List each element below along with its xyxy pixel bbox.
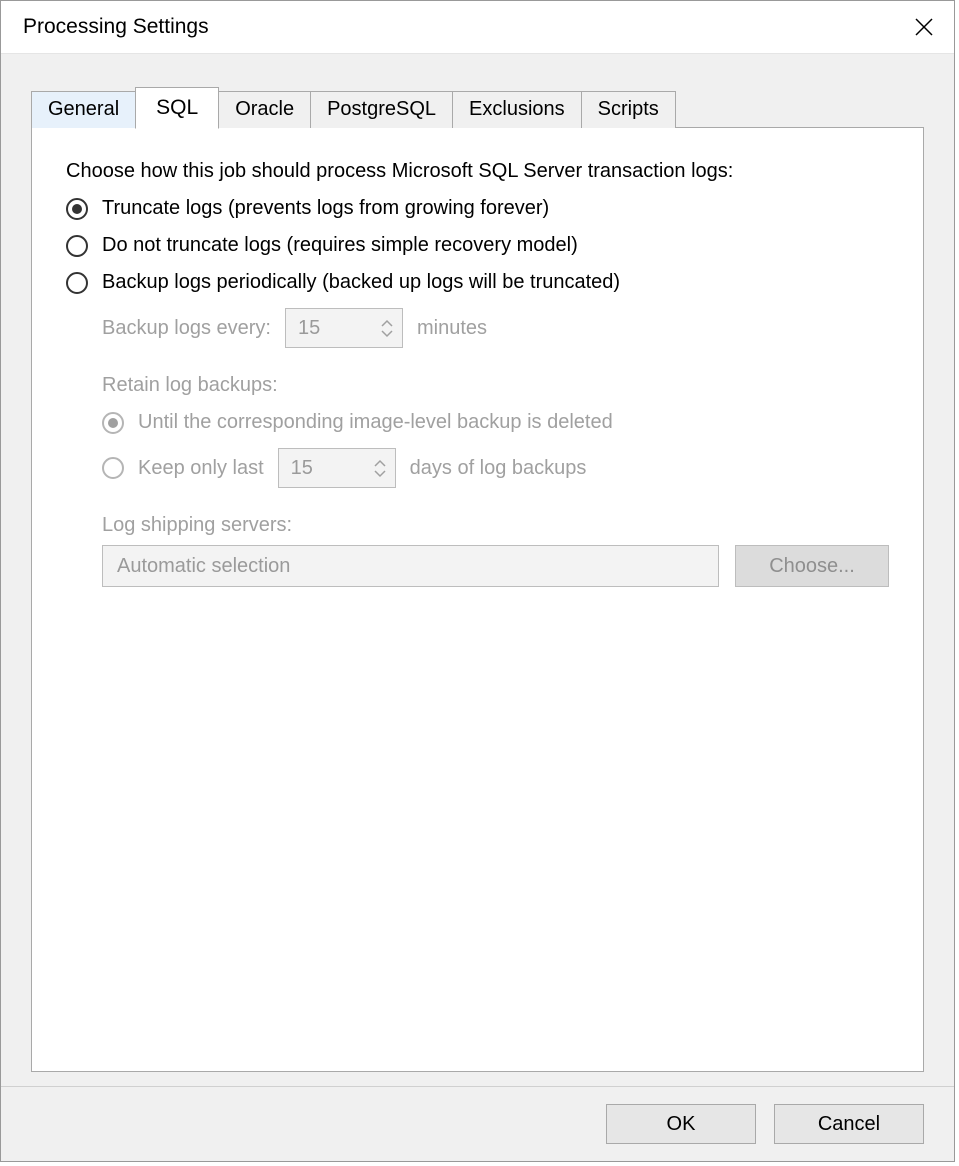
close-icon [914, 17, 934, 37]
backup-interval-row: Backup logs every: 15 minutes [102, 308, 889, 348]
tab-general[interactable]: General [31, 91, 136, 128]
chevron-down-icon [373, 469, 387, 479]
title-bar: Processing Settings [1, 1, 954, 54]
tab-strip: General SQL Oracle PostgreSQL Exclusions… [31, 88, 924, 128]
dialog-footer: OK Cancel [1, 1086, 954, 1161]
radio-icon [66, 198, 88, 220]
retain-heading: Retain log backups: [102, 374, 889, 397]
sql-intro-text: Choose how this job should process Micro… [66, 160, 889, 183]
keep-only-last-suffix: days of log backups [410, 457, 587, 480]
radio-icon [102, 412, 124, 434]
dialog-window: Processing Settings General SQL Oracle P… [0, 0, 955, 1162]
radio-label: Until the corresponding image-level back… [138, 411, 613, 434]
chevron-up-icon [373, 458, 387, 468]
chevron-up-icon [380, 318, 394, 328]
log-shipping-value: Automatic selection [117, 555, 290, 578]
radio-icon [66, 272, 88, 294]
close-button[interactable] [908, 11, 940, 43]
radio-keep-only-last: Keep only last 15 days of log backups [102, 448, 889, 488]
chevron-down-icon [380, 329, 394, 339]
backup-every-spinner: 15 [285, 308, 403, 348]
dialog-body: General SQL Oracle PostgreSQL Exclusions… [1, 54, 954, 1086]
radio-icon [102, 457, 124, 479]
periodic-backup-options: Backup logs every: 15 minutes Retain log… [102, 308, 889, 587]
tab-panel-sql: Choose how this job should process Micro… [31, 127, 924, 1072]
dialog-title: Processing Settings [23, 15, 209, 39]
radio-truncate-logs[interactable]: Truncate logs (prevents logs from growin… [66, 197, 889, 220]
log-shipping-row: Log shipping servers: Automatic selectio… [102, 514, 889, 587]
keep-days-spinner: 15 [278, 448, 396, 488]
tab-scripts[interactable]: Scripts [581, 91, 676, 128]
radio-label: Truncate logs (prevents logs from growin… [102, 197, 549, 220]
radio-retain-until-deleted: Until the corresponding image-level back… [102, 411, 889, 434]
tab-exclusions[interactable]: Exclusions [452, 91, 582, 128]
radio-backup-periodically[interactable]: Backup logs periodically (backed up logs… [66, 271, 889, 294]
log-shipping-servers-field: Automatic selection [102, 545, 719, 587]
backup-every-unit: minutes [417, 317, 487, 340]
tab-sql[interactable]: SQL [135, 87, 219, 129]
tab-oracle[interactable]: Oracle [218, 91, 311, 128]
backup-every-label: Backup logs every: [102, 317, 271, 340]
cancel-button[interactable]: Cancel [774, 1104, 924, 1144]
log-shipping-label: Log shipping servers: [102, 514, 889, 537]
keep-only-last-prefix: Keep only last [138, 457, 264, 480]
spinner-value: 15 [298, 317, 320, 340]
radio-label: Do not truncate logs (requires simple re… [102, 234, 578, 257]
radio-do-not-truncate[interactable]: Do not truncate logs (requires simple re… [66, 234, 889, 257]
spinner-value: 15 [291, 457, 313, 480]
choose-button: Choose... [735, 545, 889, 587]
radio-label: Backup logs periodically (backed up logs… [102, 271, 620, 294]
tab-postgresql[interactable]: PostgreSQL [310, 91, 453, 128]
radio-icon [66, 235, 88, 257]
ok-button[interactable]: OK [606, 1104, 756, 1144]
